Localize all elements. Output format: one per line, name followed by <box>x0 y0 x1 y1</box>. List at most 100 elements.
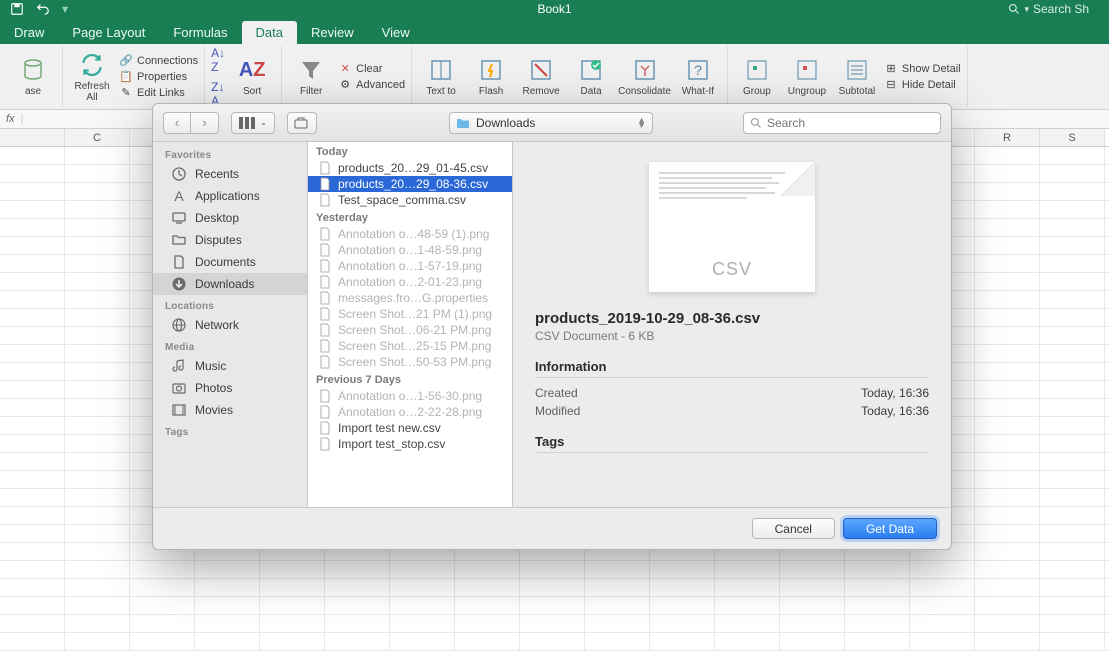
get-data-button[interactable]: Get Data <box>843 518 937 539</box>
sidebar-item-disputes[interactable]: Disputes <box>153 229 307 251</box>
file-item[interactable]: Annotation o…2-01-23.png <box>308 274 512 290</box>
file-label: Import test_stop.csv <box>338 437 445 451</box>
file-item[interactable]: Screen Shot…06-21 PM.png <box>308 322 512 338</box>
action-menu-button[interactable] <box>287 112 317 134</box>
finder-search[interactable] <box>743 112 941 134</box>
tab-data[interactable]: Data <box>242 21 297 44</box>
file-label: Screen Shot…06-21 PM.png <box>338 323 491 337</box>
file-item[interactable]: Import test new.csv <box>308 420 512 436</box>
sidebar-item-downloads[interactable]: Downloads <box>153 273 307 295</box>
remove-duplicates-button[interactable]: Remove <box>518 56 564 97</box>
file-label: Screen Shot…50-53 PM.png <box>338 355 491 369</box>
file-item[interactable]: messages.fro…G.properties <box>308 290 512 306</box>
file-item[interactable]: Import test_stop.csv <box>308 436 512 452</box>
modified-value: Today, 16:36 <box>861 404 929 418</box>
app-icon: A <box>171 188 187 204</box>
sheet-row[interactable] <box>0 579 1109 597</box>
file-item[interactable]: products_20…29_01-45.csv <box>308 160 512 176</box>
file-label: products_20…29_01-45.csv <box>338 161 488 175</box>
redo-icon[interactable]: ▾ <box>62 2 68 16</box>
group-button[interactable]: Group <box>734 56 780 97</box>
filter-button[interactable]: Filter <box>288 56 334 97</box>
file-item[interactable]: products_20…29_08-36.csv <box>308 176 512 192</box>
column-header[interactable]: S <box>1040 129 1105 146</box>
tab-review[interactable]: Review <box>297 21 368 44</box>
sidebar-item-recents[interactable]: Recents <box>153 163 307 185</box>
cancel-button[interactable]: Cancel <box>752 518 835 539</box>
path-dropdown[interactable]: Downloads ▲▼ <box>449 112 653 134</box>
sidebar-item-movies[interactable]: Movies <box>153 399 307 421</box>
file-icon <box>318 437 332 451</box>
file-icon <box>318 323 332 337</box>
sheet-row[interactable] <box>0 615 1109 633</box>
tab-view[interactable]: View <box>368 21 424 44</box>
file-label: products_20…29_08-36.csv <box>338 177 488 191</box>
tab-page-layout[interactable]: Page Layout <box>58 21 159 44</box>
sidebar-item-photos[interactable]: Photos <box>153 377 307 399</box>
subtotal-button[interactable]: Subtotal <box>834 56 880 97</box>
tab-formulas[interactable]: Formulas <box>159 21 241 44</box>
clear-button[interactable]: ✕Clear <box>338 62 405 76</box>
file-group-yesterday: Yesterday <box>308 208 512 226</box>
sidebar-item-music[interactable]: Music <box>153 355 307 377</box>
file-item[interactable]: Screen Shot…50-53 PM.png <box>308 354 512 370</box>
properties-button[interactable]: 📋Properties <box>119 70 198 84</box>
download-icon <box>171 276 187 292</box>
text-to-columns-button[interactable]: Text to <box>418 56 464 97</box>
database-button[interactable]: ase <box>10 56 56 97</box>
advanced-button[interactable]: ⚙Advanced <box>338 78 405 92</box>
file-item[interactable]: Annotation o…1-48-59.png <box>308 242 512 258</box>
connections-button[interactable]: 🔗Connections <box>119 54 198 68</box>
titlebar-search-input[interactable] <box>1033 2 1103 16</box>
column-header[interactable] <box>0 129 65 146</box>
sort-button[interactable]: AZSort <box>229 56 275 97</box>
nav-forward-button[interactable]: › <box>191 112 219 134</box>
file-item[interactable]: Annotation o…2-22-28.png <box>308 404 512 420</box>
flash-fill-button[interactable]: Flash <box>468 56 514 97</box>
sheet-row[interactable] <box>0 561 1109 579</box>
sidebar-item-label: Downloads <box>195 277 254 291</box>
file-item[interactable]: Annotation o…48-59 (1).png <box>308 226 512 242</box>
file-label: Annotation o…2-22-28.png <box>338 405 482 419</box>
file-item[interactable]: Annotation o…1-57-19.png <box>308 258 512 274</box>
data-validation-button[interactable]: Data <box>568 56 614 97</box>
file-label: Screen Shot…25-15 PM.png <box>338 339 491 353</box>
sheet-row[interactable] <box>0 633 1109 651</box>
file-open-dialog: ‹ › ⌄ Downloads ▲▼ Favorites RecentsAApp… <box>152 103 952 550</box>
refresh-all-button[interactable]: Refresh All <box>69 51 115 103</box>
finder-toolbar: ‹ › ⌄ Downloads ▲▼ <box>153 104 951 142</box>
what-if-button[interactable]: ?What-If <box>675 56 721 97</box>
consolidate-button[interactable]: Consolidate <box>618 56 671 97</box>
column-header[interactable]: R <box>975 129 1040 146</box>
file-label: Screen Shot…21 PM (1).png <box>338 307 492 321</box>
sidebar-locations-header: Locations <box>153 295 307 314</box>
undo-icon[interactable] <box>36 2 50 16</box>
movie-icon <box>171 402 187 418</box>
nav-back-button[interactable]: ‹ <box>163 112 191 134</box>
sidebar-item-desktop[interactable]: Desktop <box>153 207 307 229</box>
save-icon[interactable] <box>10 2 24 16</box>
tab-draw[interactable]: Draw <box>0 21 58 44</box>
search-icon[interactable] <box>1008 3 1020 15</box>
sidebar-item-applications[interactable]: AApplications <box>153 185 307 207</box>
file-item[interactable]: Test_space_comma.csv <box>308 192 512 208</box>
column-header[interactable]: C <box>65 129 130 146</box>
show-detail-button[interactable]: ⊞Show Detail <box>884 62 961 76</box>
file-icon <box>318 193 332 207</box>
photo-icon <box>171 380 187 396</box>
sidebar-item-network[interactable]: Network <box>153 314 307 336</box>
file-label: Annotation o…48-59 (1).png <box>338 227 489 241</box>
file-item[interactable]: Screen Shot…25-15 PM.png <box>308 338 512 354</box>
sheet-row[interactable] <box>0 597 1109 615</box>
file-label: Test_space_comma.csv <box>338 193 466 207</box>
finder-search-input[interactable] <box>767 116 934 130</box>
ungroup-button[interactable]: Ungroup <box>784 56 830 97</box>
hide-detail-button[interactable]: ⊟Hide Detail <box>884 78 961 92</box>
file-ext-label: CSV <box>649 259 815 280</box>
sort-asc-icon[interactable]: A↓Z <box>211 46 225 74</box>
file-item[interactable]: Screen Shot…21 PM (1).png <box>308 306 512 322</box>
sidebar-item-documents[interactable]: Documents <box>153 251 307 273</box>
file-item[interactable]: Annotation o…1-56-30.png <box>308 388 512 404</box>
view-mode-button[interactable]: ⌄ <box>231 112 275 134</box>
edit-links-button[interactable]: ✎Edit Links <box>119 86 198 100</box>
